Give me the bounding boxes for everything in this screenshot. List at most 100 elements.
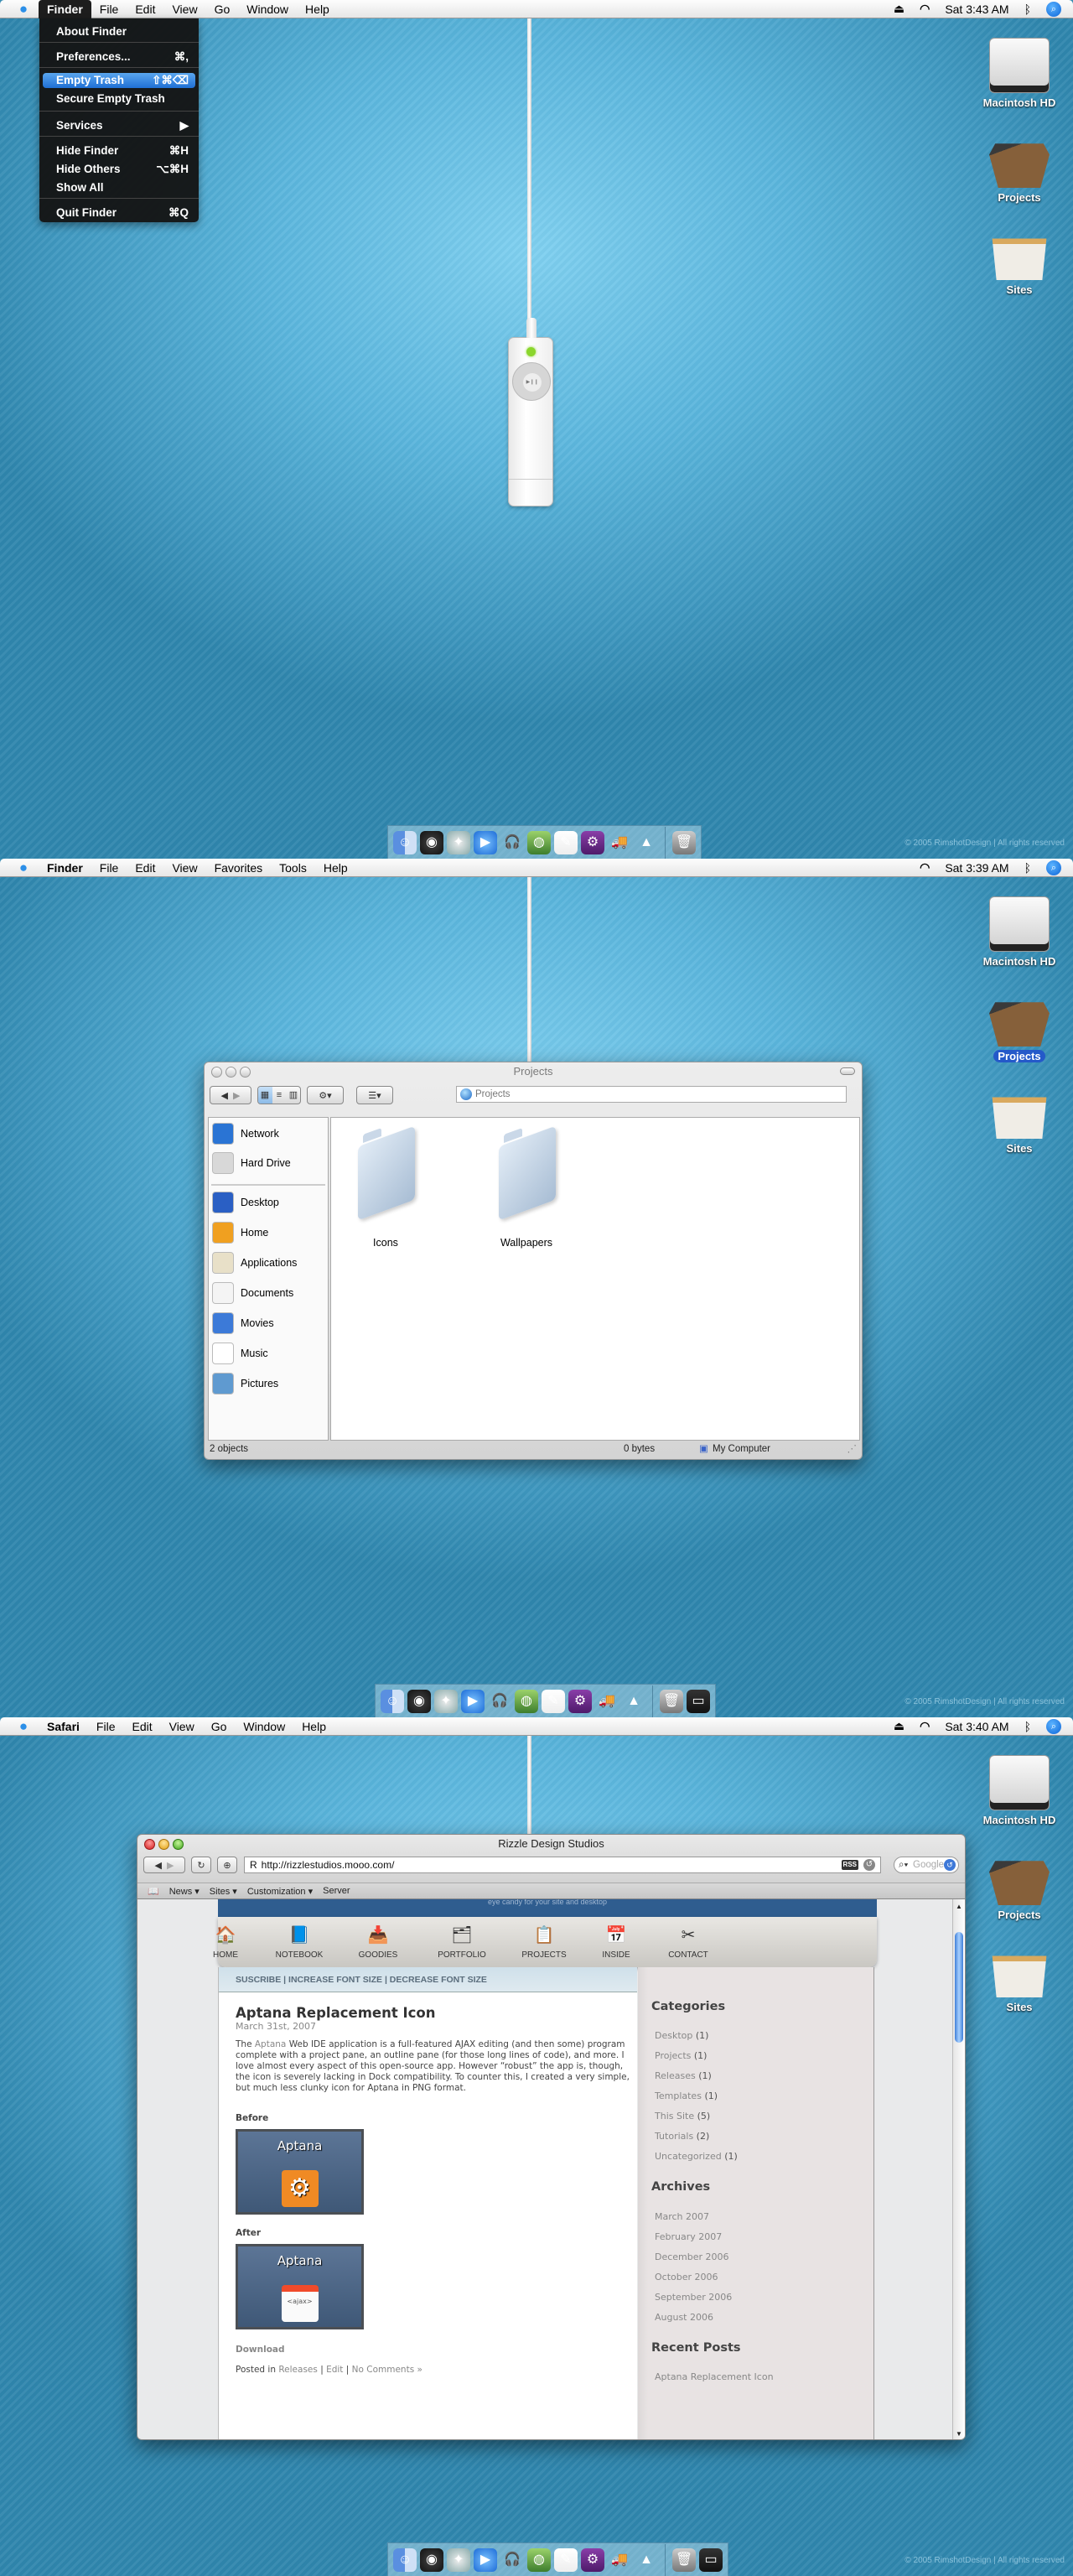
menu-view[interactable]: View — [163, 859, 205, 877]
dock-iphoto-icon[interactable]: ◍ — [515, 1689, 538, 1713]
dock-finder-icon[interactable]: ☺ — [393, 2547, 417, 2572]
nav-goodies[interactable]: 📥 GOODIES — [345, 1924, 412, 1960]
dock-ichat-icon[interactable]: ▶ — [474, 830, 497, 854]
category-link[interactable]: Projects (1) — [655, 2050, 707, 2061]
menu-item-empty-trash[interactable]: Empty Trash ⇧⌘⌫ — [43, 73, 195, 88]
menu-finder[interactable]: Finder — [39, 0, 91, 18]
click-wheel[interactable]: ▶❙❙ — [512, 362, 551, 401]
dock-transmit-icon[interactable]: 🚚 — [608, 2548, 631, 2572]
add-bookmark-button[interactable]: ⊕ — [217, 1857, 237, 1873]
dock-dashboard-icon[interactable]: ◉ — [420, 830, 443, 854]
sidebar-item-documents[interactable]: Documents — [212, 1282, 293, 1304]
menu-file[interactable]: File — [91, 0, 127, 18]
dock-minimized-window-icon[interactable]: ▭ — [699, 2547, 723, 2572]
resize-grip-icon[interactable]: ⋰ — [848, 1439, 858, 1459]
dock-dashboard-icon[interactable]: ◉ — [407, 1689, 431, 1713]
menu-item-services[interactable]: Services ▶ — [43, 118, 195, 133]
menu-file[interactable]: File — [91, 859, 127, 877]
post-title[interactable]: Aptana Replacement Icon — [236, 2005, 435, 2021]
dock-safari-icon[interactable]: ✦ — [447, 830, 470, 854]
desktop-icon-projects[interactable]: Projects — [969, 132, 1070, 204]
dock-iphoto-icon[interactable]: ◍ — [527, 830, 551, 854]
dock-vlc-icon[interactable]: ▲ — [635, 831, 658, 854]
menu-view[interactable]: View — [163, 0, 205, 18]
back-arrow-icon[interactable]: ◀ — [155, 1860, 162, 1871]
column-view-icon[interactable]: ▥ — [287, 1087, 301, 1104]
scroll-thumb[interactable] — [955, 1932, 963, 2043]
bookmark-item[interactable]: Server — [323, 1886, 350, 1896]
dock-aptana-icon[interactable]: ✎ — [554, 2547, 578, 2572]
dock-ichat-icon[interactable]: ▶ — [461, 1689, 485, 1713]
bookmark-item[interactable]: Customization ▾ — [247, 1886, 313, 1897]
clock[interactable]: Sat 3:39 AM — [945, 861, 1008, 875]
archive-link[interactable]: February 2007 — [655, 2231, 722, 2242]
apple-logo-icon[interactable]: ● — [15, 1, 32, 18]
wifi-icon[interactable]: ◠ — [920, 1719, 930, 1733]
apple-logo-icon[interactable]: ● — [15, 1718, 32, 1735]
menu-window[interactable]: Window — [235, 1717, 293, 1736]
menu-favorites[interactable]: Favorites — [206, 859, 272, 877]
recent-post-link[interactable]: Aptana Replacement Icon — [655, 2371, 774, 2382]
wifi-icon[interactable]: ◠ — [920, 860, 930, 875]
rss-badge[interactable]: RSS — [841, 1860, 858, 1870]
menu-item-about-finder[interactable]: About Finder — [43, 24, 195, 39]
forward-arrow-icon[interactable]: ▶ — [233, 1090, 240, 1101]
archive-link[interactable]: March 2007 — [655, 2211, 709, 2222]
address-bar[interactable]: Rhttp://rizzlestudios.mooo.com/RSS ↺ — [244, 1857, 881, 1873]
back-forward-buttons[interactable]: ◀ ▶ — [143, 1857, 185, 1873]
menu-go[interactable]: Go — [203, 1717, 236, 1736]
menu-edit[interactable]: Edit — [127, 859, 163, 877]
menu-item-preferences[interactable]: Preferences... ⌘, — [43, 49, 195, 65]
reload-button[interactable]: ↻ — [191, 1857, 211, 1873]
desktop-icon-projects[interactable]: Projects — [969, 991, 1070, 1062]
category-link[interactable]: Desktop (1) — [655, 2030, 708, 2041]
clock[interactable]: Sat 3:43 AM — [945, 3, 1008, 16]
menu-edit[interactable]: Edit — [127, 0, 163, 18]
menu-item-secure-empty-trash[interactable]: Secure Empty Trash — [43, 91, 195, 106]
archive-link[interactable]: December 2006 — [655, 2251, 729, 2262]
dock-aptana-icon[interactable]: ✎ — [554, 830, 578, 854]
archive-link[interactable]: August 2006 — [655, 2312, 713, 2323]
menu-view[interactable]: View — [161, 1717, 203, 1736]
menu-help[interactable]: Help — [297, 0, 338, 18]
category-link[interactable]: Tutorials (2) — [655, 2131, 709, 2142]
dock-headphones-icon[interactable]: 🎧 — [500, 2548, 524, 2572]
bookmark-item[interactable]: News ▾ — [169, 1886, 200, 1897]
dock-headphones-icon[interactable]: 🎧 — [500, 831, 524, 854]
sidebar-item-pictures[interactable]: Pictures — [212, 1373, 278, 1394]
sidebar-item-applications[interactable]: Applications — [212, 1252, 297, 1274]
back-arrow-icon[interactable]: ◀ — [221, 1090, 228, 1101]
archive-link[interactable]: October 2006 — [655, 2272, 718, 2283]
nav-home[interactable]: 🏠 HOME — [192, 1924, 259, 1960]
dock-trash-icon[interactable]: 🗑 — [660, 1689, 683, 1713]
category-link[interactable]: Releases (1) — [655, 2070, 712, 2081]
forward-arrow-icon[interactable]: ▶ — [167, 1860, 174, 1871]
desktop-icon-sites[interactable]: Sites — [969, 225, 1070, 296]
dock-textmate-icon[interactable]: ⚙ — [581, 2547, 604, 2572]
menu-finder[interactable]: Finder — [39, 859, 91, 877]
search-go-icon[interactable]: ↺ — [944, 1859, 956, 1871]
dock-safari-icon[interactable]: ✦ — [434, 1689, 458, 1713]
apple-logo-icon[interactable]: ● — [15, 860, 32, 876]
sidebar-item-network[interactable]: Network — [212, 1123, 279, 1145]
dock-minimized-window-icon[interactable]: ▭ — [687, 1689, 710, 1713]
dock-dashboard-icon[interactable]: ◉ — [420, 2547, 443, 2572]
arrange-button[interactable]: ☰▾ — [356, 1086, 393, 1104]
reload-inline-icon[interactable]: ↺ — [863, 1859, 875, 1871]
dock-finder-icon[interactable]: ☺ — [393, 830, 417, 854]
download-link[interactable]: Download — [236, 2345, 285, 2355]
aptana-link[interactable]: Aptana — [255, 2039, 287, 2049]
dock-trash-icon[interactable]: 🗑 — [672, 2547, 696, 2572]
sidebar-item-movies[interactable]: Movies — [212, 1312, 274, 1334]
dock-safari-icon[interactable]: ✦ — [447, 2547, 470, 2572]
menu-window[interactable]: Window — [238, 0, 297, 18]
bookmark-item[interactable]: Sites ▾ — [210, 1886, 237, 1897]
spotlight-icon[interactable]: ⌕ — [1046, 1, 1061, 17]
menu-help[interactable]: Help — [293, 1717, 334, 1736]
menu-help[interactable]: Help — [315, 859, 356, 877]
nav-portfolio[interactable]: 🗂 PORTFOLIO — [428, 1924, 495, 1960]
desktop-icon-macintosh-hd[interactable]: Macintosh HD — [969, 896, 1070, 968]
category-link[interactable]: Templates (1) — [655, 2090, 718, 2101]
menu-item-hide-finder[interactable]: Hide Finder ⌘H — [43, 143, 195, 158]
view-mode-buttons[interactable]: ▦ ≡ ▥ — [257, 1086, 301, 1104]
